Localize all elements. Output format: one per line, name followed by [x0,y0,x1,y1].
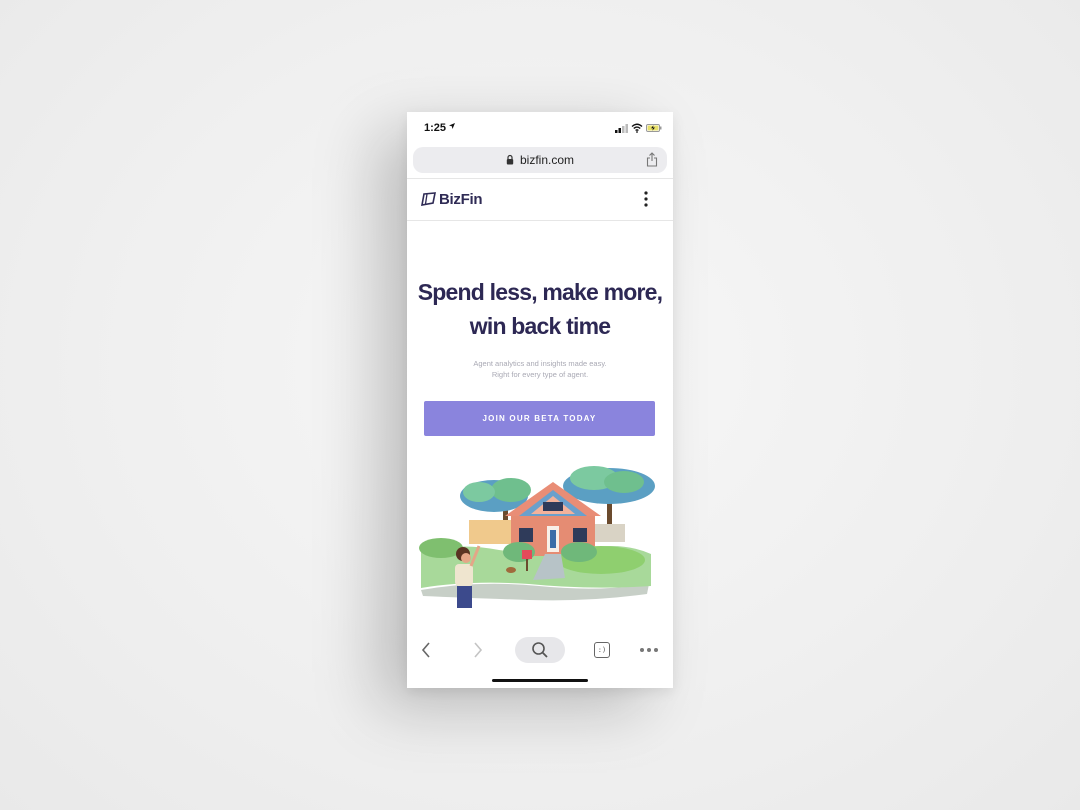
headline-line-2: win back time [469,313,611,339]
share-icon[interactable] [646,152,658,167]
hero-subtext: Agent analytics and insights made easy. … [407,358,673,380]
logo-text: BizFin [439,190,483,208]
url-text: bizfin.com [520,153,575,167]
search-icon [532,642,548,658]
cellular-signal-icon [615,124,628,133]
search-button[interactable] [515,630,565,670]
header-divider [407,220,673,221]
house-illustration [419,466,655,608]
browser-toolbar: :) [407,630,673,674]
search-pill [515,637,565,663]
phone-screen: 1:25 bizfin.com BizFin Spend less, make … [407,112,673,688]
bizfin-logo[interactable]: BizFin [421,190,483,208]
subtext-line-1: Agent analytics and insights made easy. [473,359,607,368]
site-header: BizFin [407,179,673,219]
tabs-button[interactable]: :) [591,630,613,670]
more-icon [640,648,658,652]
join-beta-button[interactable]: JOIN OUR BETA TODAY [424,401,655,436]
status-bar: 1:25 [407,112,673,146]
more-button[interactable] [637,630,661,670]
wifi-icon [631,123,643,133]
subtext-line-2: Right for every type of agent. [491,370,589,379]
forward-button[interactable] [467,630,489,670]
hero-headline: Spend less, make more, win back time [407,275,673,343]
forward-icon [474,642,483,658]
lock-icon [506,154,514,165]
back-button[interactable] [415,630,437,670]
headline-line-1: Spend less, make more, [417,279,663,305]
tabs-icon: :) [594,642,610,658]
home-indicator[interactable] [492,679,588,682]
battery-icon [646,124,662,132]
logo-mark-icon [421,192,436,206]
address-bar[interactable]: bizfin.com [413,147,667,173]
status-time: 1:25 [424,122,447,134]
location-arrow-icon [448,122,456,132]
back-icon [421,642,430,658]
kebab-menu-icon[interactable] [641,190,651,208]
